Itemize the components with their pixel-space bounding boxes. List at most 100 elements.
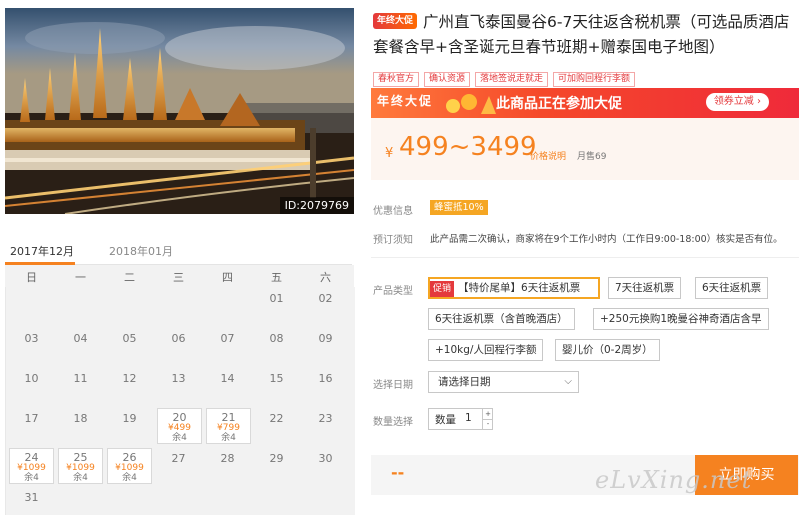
- option-infant[interactable]: 婴儿价（0-2周岁）: [555, 339, 660, 361]
- day-number: 20: [172, 411, 187, 424]
- promo-badge: 年终大促: [377, 94, 434, 108]
- date-select-value: 请选择日期: [438, 376, 491, 388]
- date-select-label: 选择日期: [373, 380, 413, 391]
- month-tab-current[interactable]: 2017年12月: [10, 243, 74, 259]
- calendar-day: 02: [318, 292, 333, 305]
- day-stock: 余4: [221, 433, 236, 443]
- day-number: 21: [221, 411, 236, 424]
- section-divider: [371, 257, 799, 258]
- year-end-sale-badge: 年终大促: [373, 13, 417, 29]
- calendar-day-available[interactable]: 20 ¥499 余4: [157, 408, 202, 444]
- calendar-day: 07: [220, 332, 235, 345]
- calendar-day: 05: [122, 332, 137, 345]
- day-price: ¥1099: [115, 463, 144, 473]
- calendar-day: 14: [220, 372, 235, 385]
- day-stock: 余4: [172, 433, 187, 443]
- quantity-stepper[interactable]: 数量 1 + -: [428, 408, 493, 430]
- weekday-thu: 四: [222, 271, 233, 284]
- discount-badge: 蜂蜜抵10%: [430, 200, 488, 215]
- calendar-day: 27: [171, 452, 186, 465]
- option-6day-hotel[interactable]: 6天往返机票（含首晚酒店）: [428, 308, 575, 330]
- day-number: 25: [73, 451, 88, 464]
- monthly-sales: 月售69: [577, 152, 607, 162]
- promo-message: 此商品正在参加大促: [496, 96, 622, 112]
- temple-image: [5, 8, 354, 214]
- product-type-label: 产品类型: [373, 286, 413, 297]
- day-stock: 余4: [122, 473, 137, 483]
- calendar-day: 15: [269, 372, 284, 385]
- quantity-value[interactable]: 1: [465, 412, 472, 424]
- weekday-sun: 日: [26, 271, 37, 284]
- promo-coins-decoration: [446, 94, 496, 114]
- calendar-day: 19: [122, 412, 137, 425]
- day-price: ¥799: [217, 423, 240, 433]
- chevron-down-icon: ⌵: [564, 376, 572, 387]
- tag-confirmed: 确认资源: [424, 72, 471, 87]
- day-number: 26: [122, 451, 137, 464]
- calendar-day: 30: [318, 452, 333, 465]
- option-special-6day[interactable]: 促销 【特价尾单】6天往返机票: [428, 277, 600, 299]
- weekday-mon: 一: [75, 271, 86, 284]
- calendar-day: 06: [171, 332, 186, 345]
- product-tags: 春秋官方 确认资源 落地签说走就走 可加购回程行李额: [373, 66, 640, 87]
- calendar-day: 12: [122, 372, 137, 385]
- calendar-day: 03: [24, 332, 39, 345]
- calendar-day: 11: [73, 372, 88, 385]
- option-baggage[interactable]: +10kg/人回程行李额: [428, 339, 544, 361]
- option-label: 【特价尾单】6天往返机票: [458, 282, 581, 294]
- calendar-day: 04: [73, 332, 88, 345]
- calendar-day: 01: [269, 292, 284, 305]
- weekday-tue: 二: [124, 271, 135, 284]
- discount-label: 优惠信息: [373, 206, 413, 217]
- calendar-day: 18: [73, 412, 88, 425]
- day-price: ¥499: [168, 423, 191, 433]
- sale-tag: 促销: [430, 281, 455, 297]
- calendar-day: 23: [318, 412, 333, 425]
- calendar-day-available[interactable]: 25 ¥1099 余4: [58, 448, 103, 484]
- date-select[interactable]: 请选择日期 ⌵: [428, 371, 579, 393]
- quantity-label: 数量选择: [373, 417, 413, 428]
- option-6day[interactable]: 6天往返机票: [695, 277, 769, 299]
- coupon-button[interactable]: 领券立减 ›: [705, 93, 769, 111]
- tag-baggage: 可加购回程行李额: [553, 72, 636, 87]
- price-range: 499~3499: [399, 132, 537, 162]
- promo-banner: 年终大促 此商品正在参加大促 领券立减 ›: [371, 88, 799, 118]
- calendar-day: 10: [24, 372, 39, 385]
- day-stock: 余4: [73, 473, 88, 483]
- calendar-day-available[interactable]: 21 ¥799 余4: [206, 408, 251, 444]
- weekday-fri: 五: [271, 271, 282, 284]
- tag-visa-on-arrival: 落地签说走就走: [475, 72, 549, 87]
- calendar-day: 09: [318, 332, 333, 345]
- calendar-day: 31: [24, 491, 39, 504]
- weekday-sat: 六: [320, 271, 331, 284]
- quantity-decrease-button[interactable]: -: [482, 419, 493, 429]
- option-hotel-addon[interactable]: +250元换购1晚曼谷神奇酒店含早: [593, 308, 769, 330]
- option-7day[interactable]: 7天往返机票: [608, 277, 682, 299]
- calendar-day: 17: [24, 412, 39, 425]
- price-currency: ¥: [385, 146, 394, 161]
- total-price-placeholder: --: [391, 463, 405, 482]
- price-explanation-link[interactable]: 价格说明: [530, 149, 566, 162]
- photo-id-label: ID:2079769: [279, 197, 354, 214]
- day-stock: 余4: [24, 473, 39, 483]
- day-number: 24: [24, 451, 39, 464]
- month-tab-next[interactable]: 2018年01月: [109, 243, 173, 259]
- product-title: 广州直飞泰国曼谷6-7天往返含税机票（可选品质酒店套餐含早+含圣诞元旦春节班期+…: [373, 13, 790, 56]
- calendar-day: 29: [269, 452, 284, 465]
- calendar-day: 13: [171, 372, 186, 385]
- product-photo: ID:2079769: [5, 8, 354, 214]
- site-watermark: eLvXing.net: [595, 466, 753, 494]
- tag-official: 春秋官方: [373, 72, 420, 87]
- calendar-day-available[interactable]: 26 ¥1099 余4: [107, 448, 152, 484]
- day-price: ¥1099: [66, 463, 95, 473]
- notice-text: 此产品需二次确认，商家将在9个工作小时内（工作日9:00-18:00）核实是否有…: [430, 234, 783, 245]
- day-price: ¥1099: [17, 463, 46, 473]
- notice-label: 预订须知: [373, 235, 413, 246]
- weekday-wed: 三: [173, 271, 184, 284]
- calendar-day: 08: [269, 332, 284, 345]
- calendar-day: 22: [269, 412, 284, 425]
- calendar-day: 28: [220, 452, 235, 465]
- quantity-field-label: 数量: [435, 414, 456, 426]
- calendar-day: 16: [318, 372, 333, 385]
- calendar-day-available[interactable]: 24 ¥1099 余4: [9, 448, 54, 484]
